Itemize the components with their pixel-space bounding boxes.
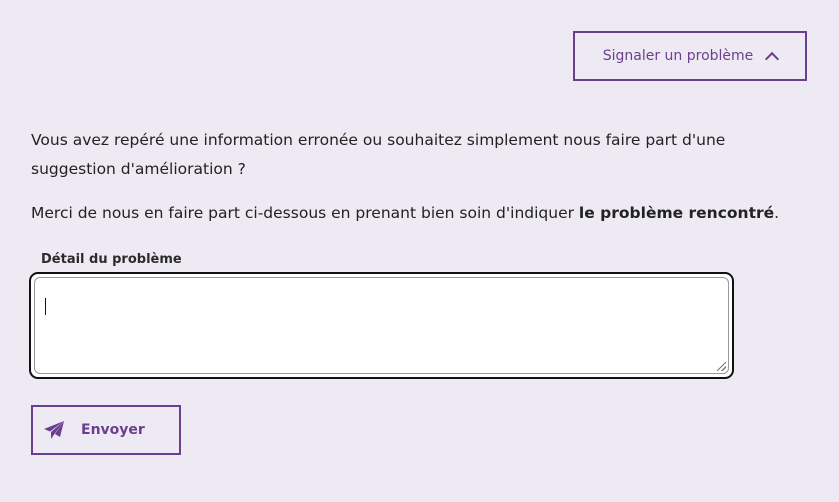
problem-detail-label: Détail du problème bbox=[41, 252, 182, 267]
instruction-prefix: Merci de nous en faire part ci-dessous e… bbox=[31, 204, 579, 222]
resize-handle[interactable] bbox=[717, 362, 726, 371]
instruction-suffix: . bbox=[774, 204, 780, 222]
report-problem-toggle[interactable]: Signaler un problème bbox=[573, 31, 807, 81]
text-caret bbox=[45, 298, 46, 315]
report-problem-label: Signaler un problème bbox=[602, 48, 754, 64]
instruction-emphasis: le problème rencontré bbox=[578, 204, 775, 222]
paper-plane-icon bbox=[43, 420, 65, 440]
instruction-text: Merci de nous en faire part ci-dessous e… bbox=[31, 199, 811, 228]
send-button[interactable]: Envoyer bbox=[31, 405, 181, 455]
chevron-up-icon bbox=[765, 51, 780, 66]
intro-text: Vous avez repéré une information erronée… bbox=[31, 131, 726, 178]
problem-detail-input[interactable] bbox=[34, 277, 729, 374]
send-button-label: Envoyer bbox=[81, 422, 145, 438]
problem-detail-textarea[interactable] bbox=[29, 272, 734, 379]
